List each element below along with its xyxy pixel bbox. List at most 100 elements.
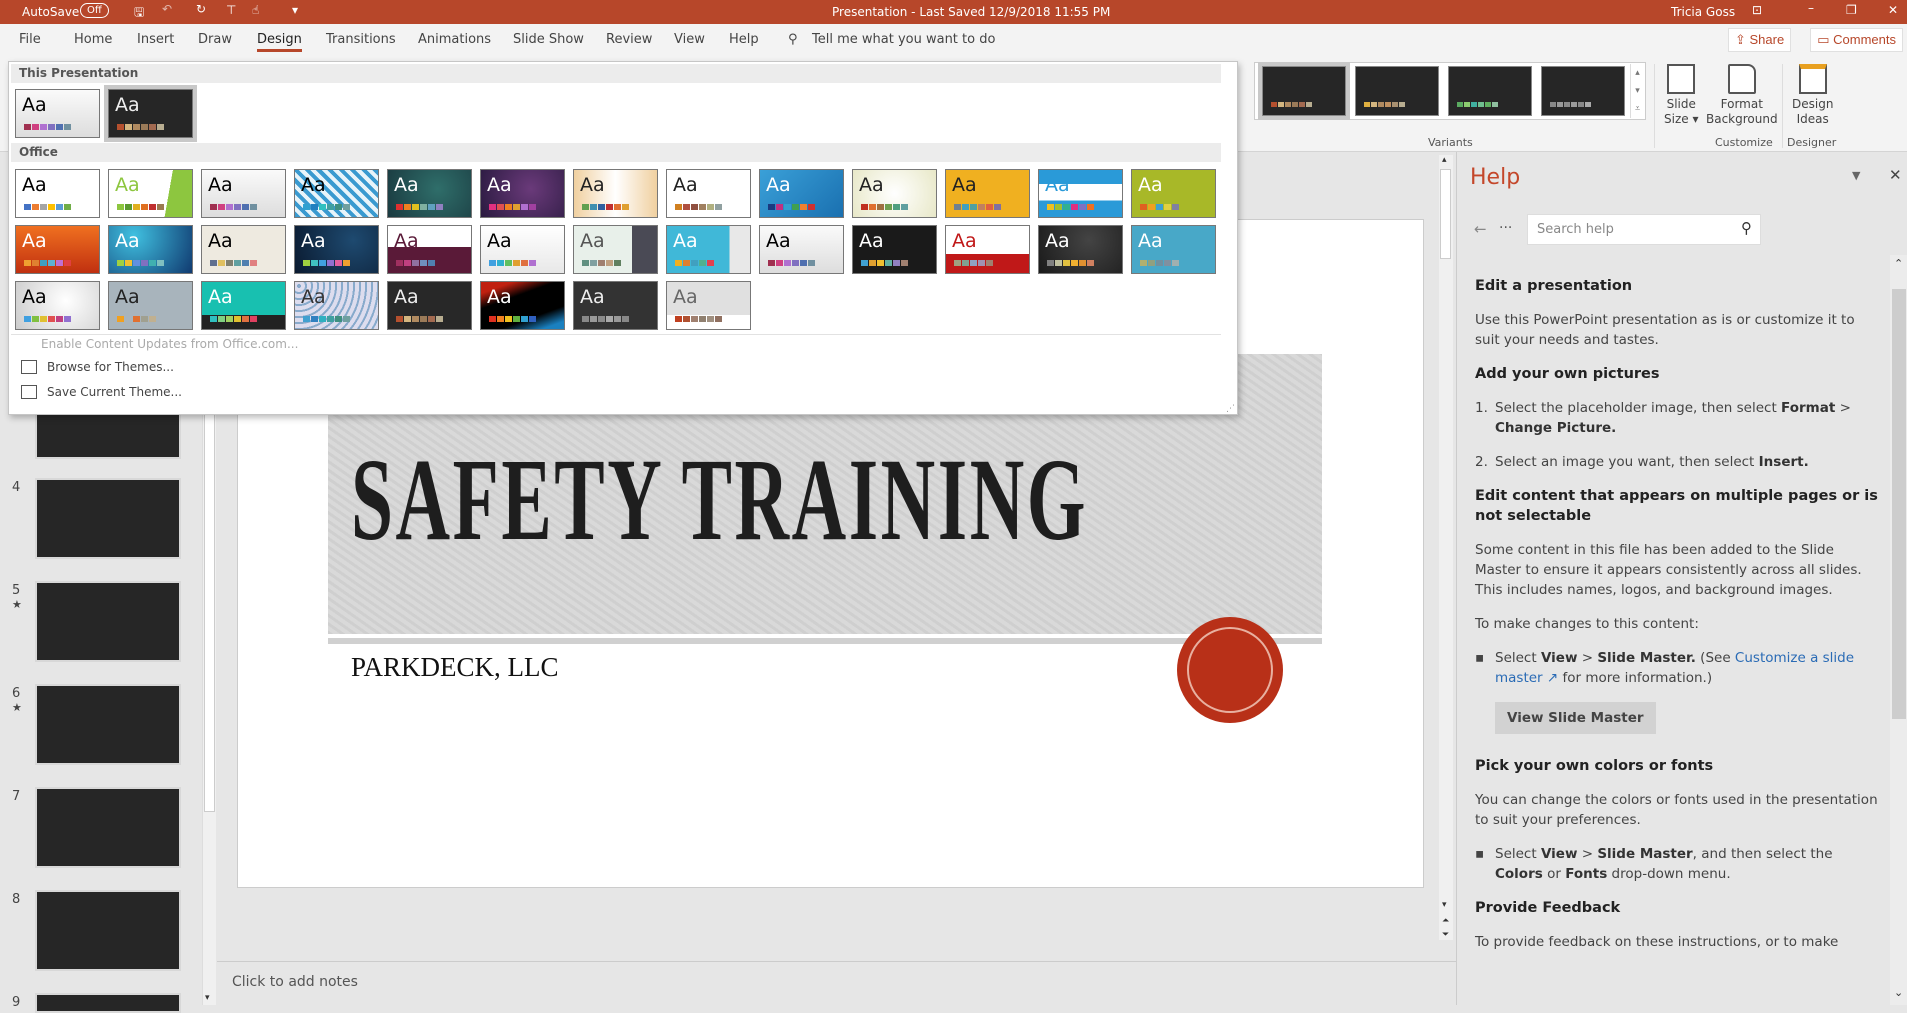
scroll-thumb[interactable] <box>1892 289 1906 719</box>
theme-thumbnail[interactable]: Aa <box>480 281 565 330</box>
search-icon[interactable]: ⚲ <box>1741 219 1752 237</box>
theme-thumbnail[interactable]: Aa <box>108 281 193 330</box>
browse-for-themes[interactable]: Browse for Themes... <box>21 360 174 374</box>
tab-view[interactable]: View <box>674 32 705 47</box>
tab-slide-show[interactable]: Slide Show <box>513 32 584 47</box>
theme-thumbnail[interactable]: Aa <box>945 169 1030 218</box>
present-icon[interactable]: ⊤ <box>226 3 236 17</box>
search-help-input[interactable]: Search help ⚲ <box>1527 214 1761 245</box>
theme-thumbnail[interactable]: Aa <box>480 225 565 274</box>
theme-thumbnail[interactable]: Aa <box>294 169 379 218</box>
help-scrollbar[interactable]: ⌃ ⌄ <box>1890 255 1907 1005</box>
theme-thumbnail[interactable]: Aa <box>201 281 286 330</box>
theme-thumbnail[interactable]: Aa <box>1131 225 1216 274</box>
pane-options-icon[interactable]: ▼ <box>1852 169 1860 182</box>
theme-thumbnail[interactable]: Aa <box>104 85 197 142</box>
tell-me-input[interactable]: Tell me what you want to do <box>812 32 995 47</box>
theme-thumbnail[interactable]: Aa <box>15 169 100 218</box>
theme-thumbnail[interactable]: Aa <box>573 281 658 330</box>
theme-thumbnail[interactable]: Aa <box>480 169 565 218</box>
save-current-theme[interactable]: Save Current Theme... <box>21 385 182 399</box>
close-pane-icon[interactable]: ✕ <box>1889 166 1902 184</box>
scroll-down-icon[interactable]: ⌄ <box>1894 986 1903 999</box>
theme-thumbnail[interactable]: Aa <box>759 169 844 218</box>
scroll-up-icon[interactable]: ⌃ <box>1894 257 1903 270</box>
notes-pane[interactable]: Click to add notes <box>217 961 1456 1005</box>
theme-thumbnail[interactable]: Aa <box>387 169 472 218</box>
variant-thumbnail[interactable] <box>1448 66 1532 116</box>
variant-thumbnail[interactable] <box>1355 66 1439 116</box>
scroll-down-icon[interactable]: ▾ <box>1442 900 1447 910</box>
variant-thumbnail[interactable] <box>1541 66 1625 116</box>
theme-thumbnail[interactable]: Aa <box>666 281 751 330</box>
theme-thumbnail[interactable]: Aa <box>387 281 472 330</box>
theme-thumbnail[interactable]: Aa <box>1038 169 1123 218</box>
theme-thumbnail[interactable]: Aa <box>294 225 379 274</box>
theme-thumbnail[interactable]: Aa <box>108 169 193 218</box>
close-window-icon[interactable]: ✕ <box>1888 3 1898 17</box>
tab-home[interactable]: Home <box>74 32 112 47</box>
touch-mode-icon[interactable]: ☝ <box>252 3 259 17</box>
theme-thumbnail[interactable]: Aa <box>201 169 286 218</box>
theme-thumbnail[interactable]: Aa <box>666 225 751 274</box>
tab-draw[interactable]: Draw <box>198 32 232 47</box>
tab-animations[interactable]: Animations <box>418 32 491 47</box>
theme-thumbnail[interactable]: Aa <box>201 225 286 274</box>
slide-subtitle[interactable]: PARKDECK, LLC <box>351 652 559 683</box>
theme-thumbnail[interactable]: Aa <box>15 281 100 330</box>
tab-transitions[interactable]: Transitions <box>326 32 396 47</box>
theme-thumbnail[interactable]: Aa <box>573 169 658 218</box>
user-name[interactable]: Tricia Goss <box>1671 5 1735 19</box>
theme-thumbnail[interactable]: Aa <box>759 225 844 274</box>
save-icon[interactable]: 🖫 <box>134 3 144 24</box>
notes-placeholder[interactable]: Click to add notes <box>232 974 358 990</box>
slide-thumbnail[interactable] <box>35 993 181 1013</box>
next-slide-icon[interactable]: ⏷ <box>1442 930 1449 940</box>
ribbon-display-icon[interactable]: ⊡ <box>1752 3 1762 17</box>
tab-design[interactable]: Design <box>257 32 302 52</box>
comments-button[interactable]: ▭ Comments <box>1810 28 1903 52</box>
theme-thumbnail[interactable]: Aa <box>15 225 100 274</box>
autosave-toggle[interactable]: Off <box>80 3 109 18</box>
customize-qat-icon[interactable]: ▾ <box>292 3 298 17</box>
theme-thumbnail[interactable]: Aa <box>945 225 1030 274</box>
variant-thumbnail[interactable] <box>1258 62 1350 120</box>
slide-thumbnail[interactable] <box>35 787 181 868</box>
slide-thumbnail[interactable] <box>35 890 181 971</box>
theme-thumbnail[interactable]: Aa <box>666 169 751 218</box>
design-ideas-button[interactable]: Design Ideas <box>1792 64 1833 127</box>
view-slide-master-button[interactable]: View Slide Master <box>1495 702 1656 734</box>
slide-thumbnail[interactable] <box>35 581 181 662</box>
previous-slide-icon[interactable]: ⏶ <box>1442 916 1449 926</box>
theme-thumbnail[interactable]: Aa <box>573 225 658 274</box>
theme-thumbnail[interactable]: Aa <box>852 169 937 218</box>
theme-thumbnail[interactable]: Aa <box>108 225 193 274</box>
more-options-icon[interactable]: ··· <box>1499 220 1512 236</box>
document-title[interactable]: Presentation - Last Saved 12/9/2018 11:5… <box>832 5 1110 19</box>
tab-insert[interactable]: Insert <box>137 32 174 47</box>
scroll-down-icon[interactable]: ▾ <box>205 993 210 1003</box>
theme-thumbnail[interactable]: Aa <box>1131 169 1216 218</box>
share-button[interactable]: ⇪ Share <box>1728 28 1792 52</box>
scroll-up-icon[interactable]: ▴ <box>1442 155 1447 165</box>
slide-thumbnail[interactable] <box>35 684 181 765</box>
tab-review[interactable]: Review <box>606 32 652 47</box>
theme-thumbnail[interactable]: Aa <box>294 281 379 330</box>
theme-thumbnail[interactable]: Aa <box>1038 225 1123 274</box>
variants-scroll[interactable]: ▴ ▾ ⩡ <box>1630 64 1644 118</box>
redo-icon[interactable]: ↻ <box>196 2 206 16</box>
undo-icon[interactable]: ↶ <box>162 2 172 16</box>
scroll-thumb[interactable] <box>1440 169 1451 259</box>
tab-help[interactable]: Help <box>729 32 759 47</box>
slide-size-button[interactable]: Slide Size ▾ <box>1664 64 1698 127</box>
slide-scrollbar[interactable]: ▴ ▾ ⏶ ⏷ <box>1439 155 1453 940</box>
theme-thumbnail[interactable]: Aa <box>15 89 100 138</box>
tab-file[interactable]: File <box>19 32 41 47</box>
format-background-button[interactable]: Format Background <box>1706 64 1778 127</box>
minimize-icon[interactable]: – <box>1808 1 1814 15</box>
slide-title[interactable]: SAFETY TRAINING <box>351 432 1088 568</box>
slide-thumbnail[interactable] <box>35 478 181 559</box>
restore-icon[interactable]: ❐ <box>1846 3 1857 17</box>
resize-handle[interactable]: ⋰ <box>1226 404 1235 414</box>
theme-thumbnail[interactable]: Aa <box>852 225 937 274</box>
